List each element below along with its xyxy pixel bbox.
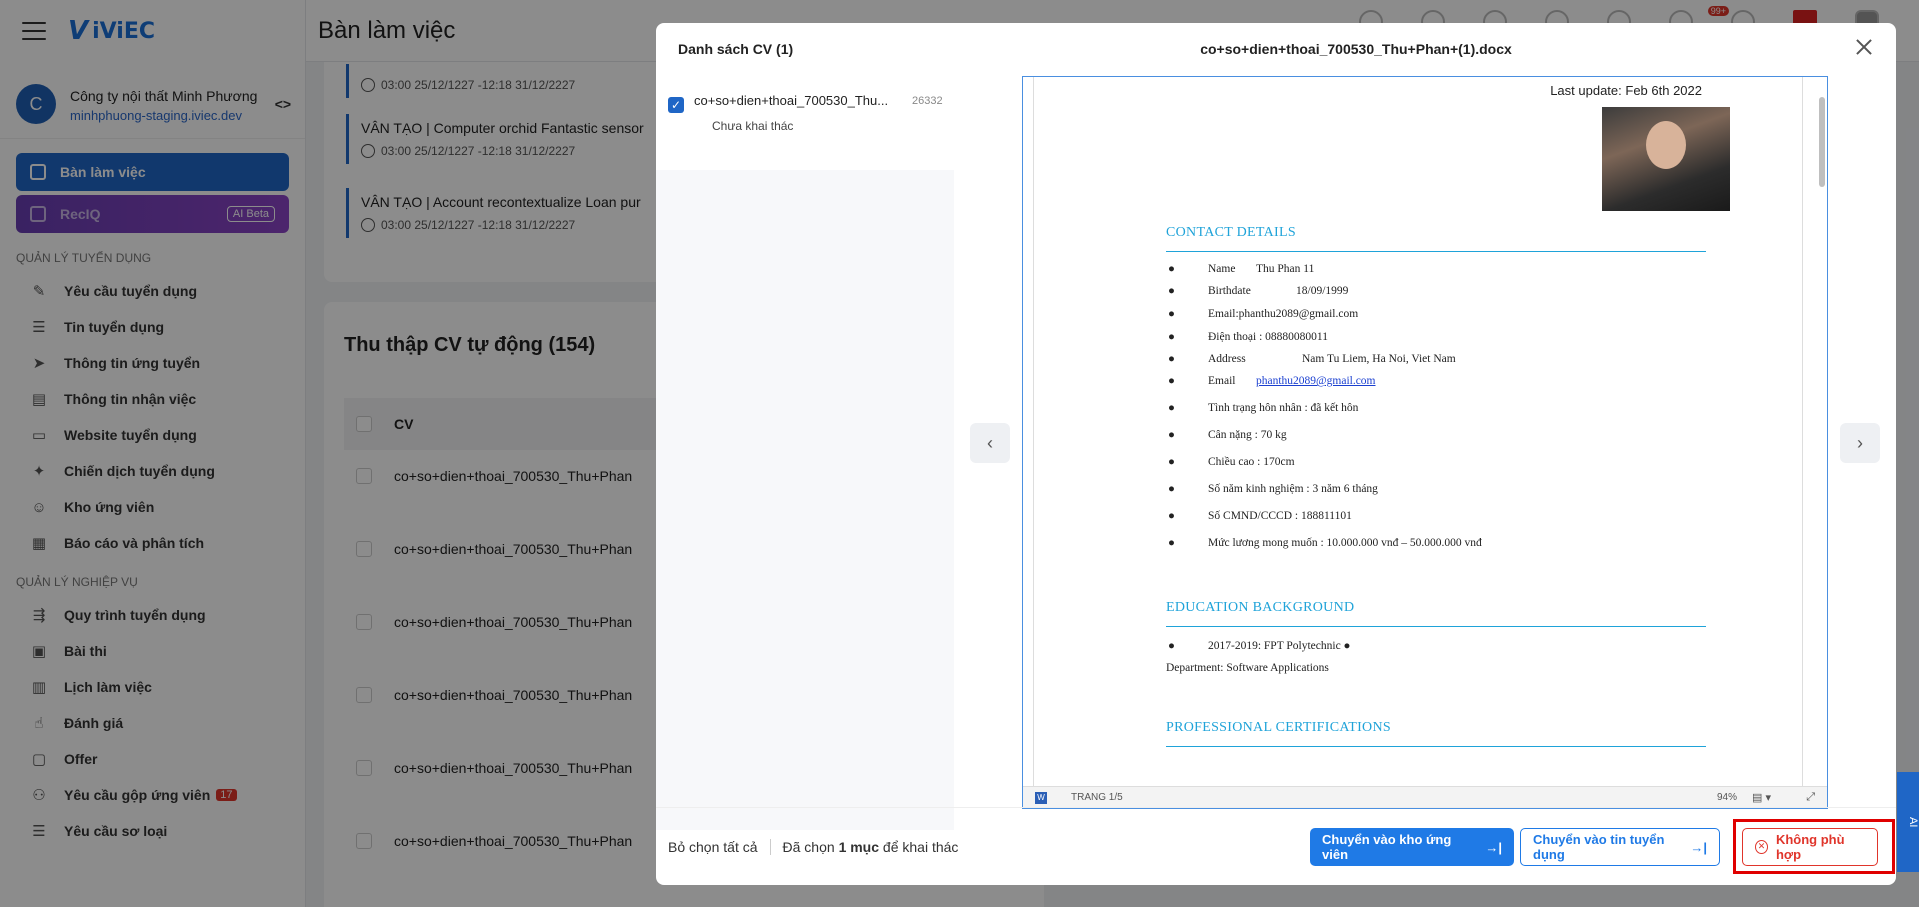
cv-item-number: 26332 [912, 95, 943, 107]
cv-item-status: Chưa khai thác [712, 119, 794, 133]
move-to-job-button[interactable]: Chuyển vào tin tuyển dụng →| [1520, 828, 1720, 866]
fullscreen-icon[interactable]: ⤢ [1806, 791, 1815, 804]
contact-line: ● Chiều cao : 170cm [1168, 456, 1295, 468]
education-line: ● 2017-2019: FPT Polytechnic ● [1168, 640, 1351, 652]
contact-line: ● Tình trạng hôn nhân : đã kết hôn [1168, 402, 1359, 414]
btn-label: Chuyển vào kho ứng viên [1322, 832, 1452, 862]
arrow-right-bar-icon: →| [1690, 839, 1707, 855]
view-mode-icon[interactable]: ▤ ▾ [1752, 791, 1771, 804]
education-section-title: EDUCATION BACKGROUND [1166, 600, 1355, 615]
contact-line: ● Email phanthu2089@gmail.com [1168, 375, 1376, 387]
contact-line: ● Điện thoại : 08880080011 [1168, 331, 1328, 343]
contact-line: ● Email:phanthu2089@gmail.com [1168, 308, 1359, 320]
cv-checkbox[interactable]: ✓ [668, 97, 684, 113]
modal-footer: Bỏ chọn tất cả Đã chọn 1 mục để khai thá… [656, 807, 1896, 885]
ai-side-tab[interactable]: AI [1897, 772, 1919, 872]
cv-list-item[interactable]: ✓ co+so+dien+thoai_700530_Thu... 26332 C… [656, 75, 954, 170]
contact-line: ● Address Nam Tu Liem, Ha Noi, Viet Nam [1168, 353, 1456, 365]
candidate-photo [1602, 107, 1730, 211]
certifications-section-title: PROFESSIONAL CERTIFICATIONS [1166, 720, 1391, 735]
contact-line: ● Số CMND/CCCD : 188811101 [1168, 510, 1352, 522]
divider [1166, 626, 1706, 627]
zoom-level[interactable]: 94% [1717, 792, 1737, 803]
chevron-left-icon: ‹ [987, 432, 993, 453]
page-count: TRANG 1/5 [1071, 792, 1123, 803]
divider [1166, 251, 1706, 252]
contact-line: ● Birthdate 18/09/1999 [1168, 285, 1349, 297]
prev-cv-button[interactable]: ‹ [970, 423, 1010, 463]
deselect-all-button[interactable]: Bỏ chọn tất cả [668, 838, 771, 855]
contact-line: ● Mức lương mong muốn : 10.000.000 vnđ – … [1168, 537, 1482, 549]
highlight-box [1733, 819, 1895, 874]
viewer-status-bar: W TRANG 1/5 94% ▤ ▾ ⤢ [1023, 786, 1827, 808]
cv-modal: Danh sách CV (1) co+so+dien+thoai_700530… [656, 23, 1896, 885]
contact-line: ● Cân nặng : 70 kg [1168, 429, 1287, 441]
next-cv-button[interactable]: › [1840, 423, 1880, 463]
last-update: Last update: Feb 6th 2022 [1550, 83, 1702, 98]
file-title: co+so+dien+thoai_700530_Thu+Phan+(1).doc… [1200, 41, 1512, 57]
contact-section-title: CONTACT DETAILS [1166, 225, 1296, 240]
education-line: Department: Software Applications [1166, 662, 1329, 674]
close-icon[interactable] [1854, 37, 1874, 57]
modal-header: Danh sách CV (1) co+so+dien+thoai_700530… [656, 23, 1896, 75]
contact-line: ● Số năm kinh nghiệm : 3 năm 6 tháng [1168, 483, 1378, 495]
document-scrollbar[interactable] [1819, 97, 1825, 187]
move-to-talent-pool-button[interactable]: Chuyển vào kho ứng viên →| [1310, 828, 1514, 866]
btn-label: Chuyển vào tin tuyển dụng [1533, 832, 1665, 862]
cv-list: ✓ co+so+dien+thoai_700530_Thu... 26332 C… [656, 75, 954, 830]
cv-item-name: co+so+dien+thoai_700530_Thu... [694, 93, 889, 108]
word-icon: W [1035, 792, 1047, 804]
selected-info: Đã chọn 1 mục để khai thác [782, 838, 959, 855]
divider [1166, 746, 1706, 747]
email-link[interactable]: phanthu2089@gmail.com [1256, 375, 1376, 387]
document-page: Last update: Feb 6th 2022 CONTACT DETAIL… [1033, 77, 1803, 787]
document-viewer[interactable]: Last update: Feb 6th 2022 CONTACT DETAIL… [1022, 76, 1828, 809]
contact-line: ● Name Thu Phan 11 [1168, 263, 1315, 275]
chevron-right-icon: › [1857, 432, 1863, 453]
arrow-right-bar-icon: →| [1485, 839, 1502, 855]
